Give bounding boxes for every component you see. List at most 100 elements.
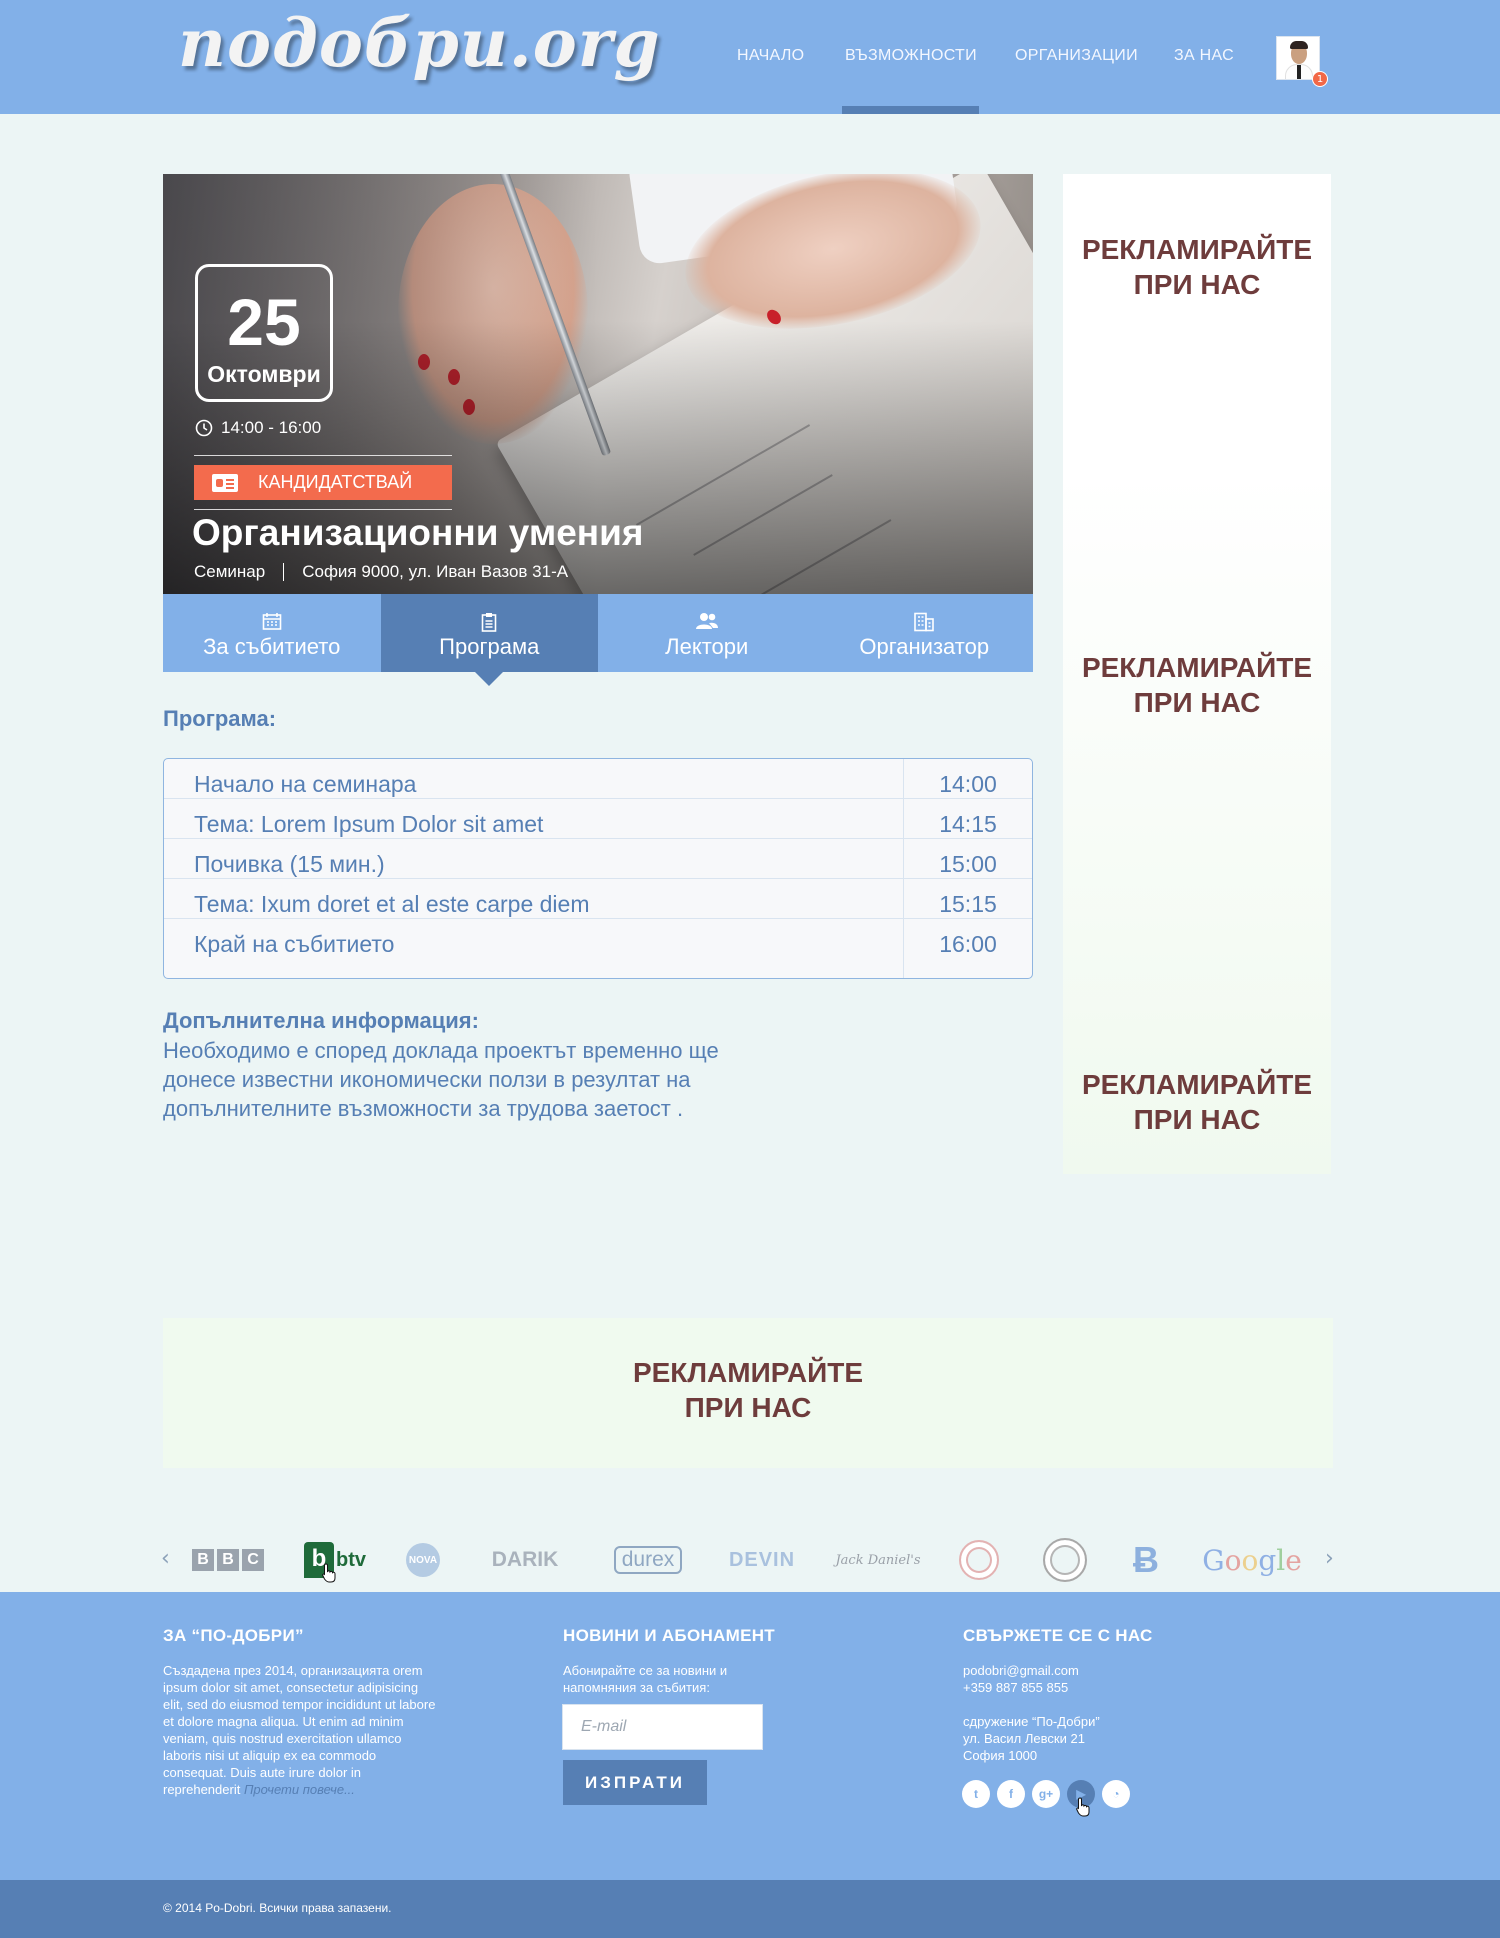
google-plus-icon[interactable]: g+	[1032, 1780, 1060, 1808]
partner-logo-jack-daniels[interactable]: Jack Daniel's	[835, 1540, 921, 1580]
program-item-name: Почивка (15 мин.)	[194, 851, 385, 877]
nav-opportunities[interactable]: ВЪЗМОЖНОСТИ	[842, 47, 979, 114]
copyright-bar: © 2014 Po-Dobri. Всички права запазени.	[0, 1880, 1500, 1938]
event-address: София 9000, ул. Иван Вазов 31-А	[302, 562, 569, 581]
building-icon	[914, 612, 935, 632]
darik-logo: DARIK	[491, 1548, 559, 1571]
program-row: Почивка (15 мин.) 15:00	[164, 839, 1032, 879]
contact-street: ул. Васил Левски 21	[963, 1731, 1085, 1746]
tab-label: За събитието	[203, 634, 341, 659]
tab-organizer[interactable]: Организатор	[816, 594, 1034, 672]
clipboard-icon	[481, 613, 497, 632]
users-icon	[695, 613, 718, 629]
partner-logo-seal-1[interactable]	[958, 1540, 1000, 1580]
read-more-link[interactable]: Прочети повече...	[244, 1782, 355, 1797]
avatar-tie	[1297, 65, 1301, 79]
partner-logo-pharmacy[interactable]: Ƀ	[1125, 1539, 1167, 1580]
rss-icon[interactable]: ◔	[1102, 1780, 1130, 1808]
nav-organizations[interactable]: ОРГАНИЗАЦИИ	[1015, 47, 1138, 65]
tab-lecturers[interactable]: Лектори	[598, 594, 816, 672]
site-logo[interactable]: подобри.org	[178, 4, 661, 82]
copyright-text: © 2014 Po-Dobri. Всички права запазени.	[163, 1901, 392, 1915]
apply-button[interactable]: КАНДИДАТСТВАЙ	[194, 465, 452, 500]
carousel-prev-arrow[interactable]: ‹	[161, 1546, 170, 1571]
avatar-hair	[1290, 41, 1308, 49]
send-button[interactable]: ИЗПРАТИ	[563, 1760, 707, 1805]
calendar-icon	[262, 613, 282, 630]
hand-cursor-icon	[322, 1563, 336, 1583]
devin-logo: DEVIN	[728, 1548, 796, 1571]
twitter-icon[interactable]: t	[962, 1780, 990, 1808]
partner-logo-nova[interactable]: NOVA	[404, 1540, 442, 1580]
bbc-block: B	[192, 1549, 214, 1571]
program-item-name: Край на събитието	[194, 931, 395, 957]
google-logo: Google	[1202, 1543, 1302, 1577]
partner-logo-seal-2[interactable]	[1042, 1538, 1088, 1582]
program-item-time: 15:15	[939, 891, 997, 917]
ad-banner[interactable]: РЕКЛАМИРАЙТЕ ПРИ НАС	[1063, 650, 1331, 720]
nova-logo: NOVA	[406, 1543, 440, 1577]
partner-logo-devin[interactable]: DEVIN	[727, 1540, 797, 1580]
contact-city: София 1000	[963, 1748, 1038, 1763]
facebook-icon[interactable]: f	[997, 1780, 1025, 1808]
bbc-block: B	[217, 1549, 239, 1571]
bbc-block: C	[242, 1549, 264, 1571]
program-item-time: 14:15	[939, 811, 997, 837]
extra-info-text: Необходимо е според доклада проектът вре…	[163, 1038, 719, 1121]
partner-logo-bbc[interactable]: B BC	[189, 1540, 267, 1580]
footer-news-text: Абонирайте се за новини и напомняния за …	[563, 1663, 728, 1695]
program-item-time: 16:00	[939, 931, 997, 957]
program-item-time: 14:00	[939, 771, 997, 797]
partner-logo-google[interactable]: Google	[1202, 1540, 1302, 1580]
id-card-icon	[212, 473, 238, 492]
meta-divider	[283, 563, 285, 581]
partner-logo-darik[interactable]: DARIK	[480, 1540, 570, 1580]
program-row: Начало на семинара 14:00	[164, 759, 1032, 799]
ad-line-2: ПРИ НАС	[1133, 687, 1261, 718]
carousel-next-arrow[interactable]: ›	[1325, 1546, 1334, 1571]
program-row: Край на събитието 16:00	[164, 919, 1032, 959]
ad-line-2: ПРИ НАС	[684, 1392, 812, 1423]
extra-info-title: Допълнителна информация:	[163, 1008, 479, 1033]
event-meta: Семинар София 9000, ул. Иван Вазов 31-А	[194, 562, 568, 582]
hero-separator	[194, 455, 452, 456]
event-type: Семинар	[194, 562, 266, 581]
apply-button-label: КАНДИДАТСТВАЙ	[258, 472, 413, 492]
ad-banner[interactable]: РЕКЛАМИРАЙТЕ ПРИ НАС	[1063, 232, 1331, 302]
event-day: 25	[227, 285, 301, 359]
bottom-ad-banner[interactable]: РЕКЛАМИРАЙТЕ ПРИ НАС	[163, 1318, 1333, 1468]
ad-banner[interactable]: РЕКЛАМИРАЙТЕ ПРИ НАС	[1063, 1067, 1331, 1137]
nav-about[interactable]: ЗА НАС	[1174, 47, 1234, 65]
pharmacy-logo: Ƀ	[1133, 1539, 1159, 1580]
event-time-text: 14:00 - 16:00	[221, 418, 322, 437]
contact-phone: +359 887 855 855	[963, 1680, 1069, 1695]
event-time: 14:00 - 16:00	[195, 418, 321, 438]
ad-text: РЕКЛАМИРАЙТЕ ПРИ НАС	[163, 1355, 1333, 1425]
hero-separator	[194, 509, 452, 510]
footer-news-title: НОВИНИ И АБОНАМЕНТ	[563, 1626, 775, 1645]
sidebar-ads: РЕКЛАМИРАЙТЕ ПРИ НАС РЕКЛАМИРАЙТЕ ПРИ НА…	[1063, 174, 1331, 1174]
bbc-logo-blocks: B BC	[192, 1549, 264, 1571]
footer-about-text: Създадена през 2014, организацията orem …	[163, 1662, 438, 1798]
partner-logo-durex[interactable]: durex	[608, 1540, 688, 1580]
program-title: Програма:	[163, 706, 277, 731]
seal-2-logo	[1043, 1538, 1087, 1582]
tab-program[interactable]: Програма	[380, 594, 598, 672]
site-footer: ЗА “ПО-ДОБРИ” Създадена през 2014, орган…	[0, 1592, 1500, 1880]
tab-about-event[interactable]: За събитието	[163, 594, 381, 672]
program-item-name: Тема: Lorem Ipsum Dolor sit amet	[194, 811, 544, 837]
clock-icon	[195, 419, 213, 437]
contact-email[interactable]: podobri@gmail.com	[963, 1662, 1213, 1679]
ad-line-2: ПРИ НАС	[1133, 1104, 1261, 1135]
email-field[interactable]	[562, 1704, 763, 1750]
program-table: Начало на семинара 14:00 Тема: Lorem Ips…	[163, 758, 1033, 979]
partners-carousel: ‹ › B BC b btv NOVA DARIK durex DEVIN Ja…	[161, 1530, 1334, 1590]
nav-home[interactable]: НАЧАЛО	[737, 47, 804, 65]
footer-about-title: ЗА “ПО-ДОБРИ”	[163, 1626, 304, 1645]
ad-line-1: РЕКЛАМИРАЙТЕ	[632, 1357, 864, 1388]
event-date-box: 25 Октомври	[195, 264, 333, 402]
contact-org: сдружение “По-Добри”	[963, 1714, 1100, 1729]
notification-badge[interactable]: 1	[1312, 71, 1328, 87]
program-row: Тема: Lorem Ipsum Dolor sit amet 14:15	[164, 799, 1032, 839]
event-tabs: За събитието Програма Лектори Организато…	[163, 594, 1033, 672]
